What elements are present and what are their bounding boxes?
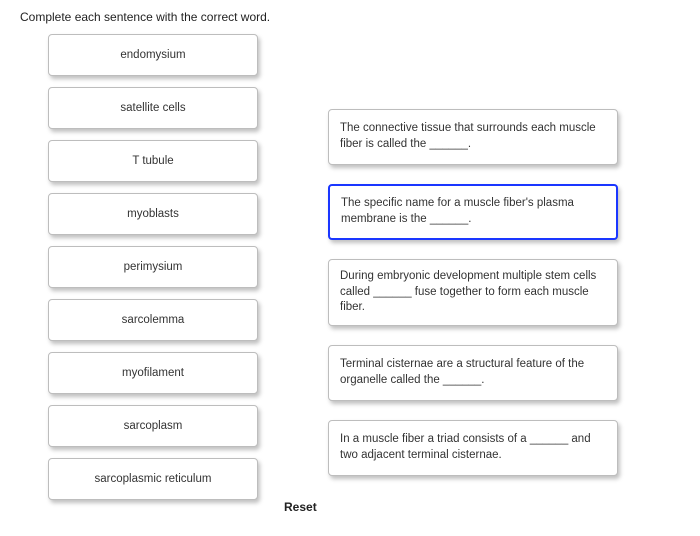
instruction-text: Complete each sentence with the correct … — [20, 10, 680, 24]
terms-column: endomysium satellite cells T tubule myob… — [48, 34, 258, 500]
target-text: During embryonic development multiple st… — [340, 269, 606, 316]
target-item[interactable]: During embryonic development multiple st… — [328, 259, 618, 326]
target-text: The connective tissue that surrounds eac… — [340, 121, 606, 152]
target-item[interactable]: The specific name for a muscle fiber's p… — [328, 184, 618, 240]
term-item[interactable]: sarcoplasmic reticulum — [48, 458, 258, 500]
target-item[interactable]: In a muscle fiber a triad consists of a … — [328, 420, 618, 476]
term-item[interactable]: perimysium — [48, 246, 258, 288]
target-text: Terminal cisternae are a structural feat… — [340, 357, 606, 388]
term-item[interactable]: satellite cells — [48, 87, 258, 129]
target-item[interactable]: Terminal cisternae are a structural feat… — [328, 345, 618, 401]
targets-column: The connective tissue that surrounds eac… — [328, 109, 618, 500]
term-item[interactable]: sarcolemma — [48, 299, 258, 341]
target-text: The specific name for a muscle fiber's p… — [341, 196, 605, 227]
term-item[interactable]: endomysium — [48, 34, 258, 76]
target-item[interactable]: The connective tissue that surrounds eac… — [328, 109, 618, 165]
term-item[interactable]: myofilament — [48, 352, 258, 394]
term-item[interactable]: T tubule — [48, 140, 258, 182]
reset-button[interactable]: Reset — [284, 500, 317, 514]
term-item[interactable]: sarcoplasm — [48, 405, 258, 447]
term-item[interactable]: myoblasts — [48, 193, 258, 235]
target-text: In a muscle fiber a triad consists of a … — [340, 432, 606, 463]
